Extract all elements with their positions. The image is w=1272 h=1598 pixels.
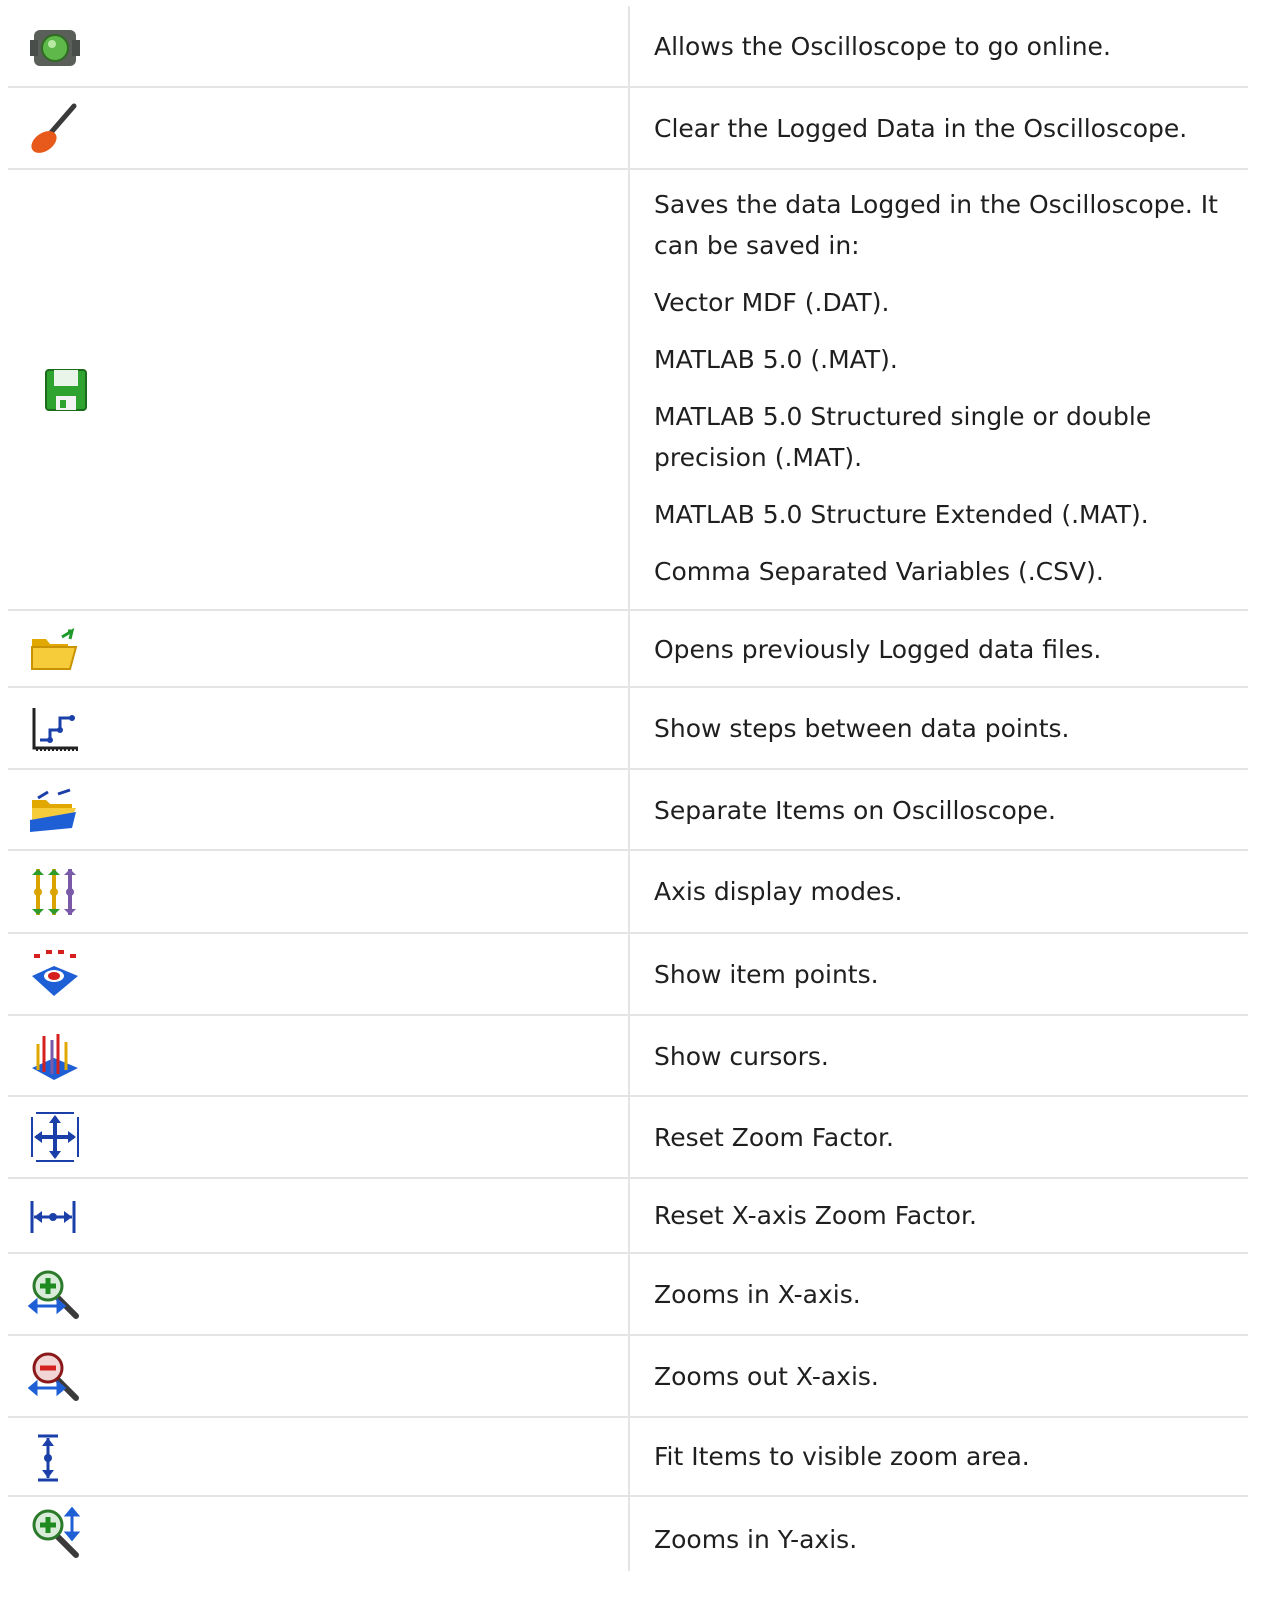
- fit-items-icon: [38, 1434, 58, 1482]
- description-cell: Separate Items on Oscilloscope.: [654, 790, 1238, 831]
- table-row: Opens previously Logged data files.: [8, 611, 1248, 688]
- icon-cell: [8, 934, 628, 1014]
- description-text: Reset Zoom Factor.: [654, 1123, 894, 1152]
- step-plot-icon: [32, 708, 78, 751]
- table-row: Allows the Oscilloscope to go online.: [8, 6, 1248, 88]
- table-row: Reset Zoom Factor.: [8, 1097, 1248, 1179]
- toolbar-icon-table: Allows the Oscilloscope to go online. Cl…: [8, 6, 1248, 1571]
- open-folder-icon: [31, 627, 78, 670]
- icon-cell: [8, 88, 628, 168]
- icon-cell: [8, 851, 628, 932]
- description-text: Reset X-axis Zoom Factor.: [654, 1201, 977, 1230]
- table-row: Separate Items on Oscilloscope.: [8, 770, 1248, 851]
- description-cell: Reset Zoom Factor.: [654, 1117, 1238, 1158]
- description-text: Show item points.: [654, 960, 879, 989]
- icon-cell: [8, 611, 628, 686]
- description-text: Zooms in X-axis.: [654, 1280, 861, 1309]
- reset-x-zoom-icon: [30, 1201, 76, 1233]
- description-text: MATLAB 5.0 Structure Extended (.MAT).: [654, 500, 1149, 529]
- description-text: Zooms in Y-axis.: [654, 1525, 858, 1554]
- table-row: Zooms in X-axis.: [8, 1254, 1248, 1336]
- description-text: Show cursors.: [654, 1042, 829, 1071]
- description-cell: Saves the data Logged in the Oscilloscop…: [654, 184, 1238, 592]
- clear-brush-icon: [31, 103, 77, 153]
- cursors-icon: [32, 1034, 78, 1080]
- zoom-out-x-icon: [28, 1352, 79, 1401]
- description-text: Clear the Logged Data in the Oscilloscop…: [654, 114, 1188, 143]
- save-floppy-icon: [45, 369, 87, 411]
- table-row: Show cursors.: [8, 1016, 1248, 1097]
- description-text: Vector MDF (.DAT).: [654, 288, 890, 317]
- description-text: Comma Separated Variables (.CSV).: [654, 557, 1104, 586]
- description-cell: Allows the Oscilloscope to go online.: [654, 26, 1238, 67]
- icon-cell: [8, 1336, 628, 1416]
- description-cell: Fit Items to visible zoom area.: [654, 1436, 1238, 1477]
- icon-cell: [8, 6, 628, 86]
- icon-cell: [8, 1097, 628, 1177]
- description-text: Show steps between data points.: [654, 714, 1070, 743]
- icon-cell: [8, 688, 628, 768]
- table-row: Reset X-axis Zoom Factor.: [8, 1179, 1248, 1254]
- icon-cell: [8, 1179, 628, 1252]
- table-row: Zooms out X-axis.: [8, 1336, 1248, 1418]
- description-cell: Reset X-axis Zoom Factor.: [654, 1195, 1238, 1236]
- description-text: Saves the data Logged in the Oscilloscop…: [654, 190, 1218, 260]
- table-row: Axis display modes.: [8, 851, 1248, 934]
- description-cell: Axis display modes.: [654, 871, 1238, 912]
- icon-cell: [8, 170, 628, 609]
- description-cell: Zooms out X-axis.: [654, 1356, 1238, 1397]
- icon-cell: [8, 1016, 628, 1095]
- item-points-icon: [32, 950, 78, 996]
- icon-cell: [8, 770, 628, 849]
- table-row: Clear the Logged Data in the Oscilloscop…: [8, 88, 1248, 170]
- description-cell: Show item points.: [654, 954, 1238, 995]
- description-text: Fit Items to visible zoom area.: [654, 1442, 1030, 1471]
- icon-cell: [8, 1497, 628, 1571]
- description-cell: Show steps between data points.: [654, 708, 1238, 749]
- axis-modes-icon: [32, 869, 76, 915]
- description-cell: Clear the Logged Data in the Oscilloscop…: [654, 108, 1238, 149]
- description-cell: Opens previously Logged data files.: [654, 629, 1238, 670]
- icon-cell: [8, 1418, 628, 1495]
- description-text: Axis display modes.: [654, 877, 903, 906]
- reset-zoom-icon: [31, 1112, 79, 1162]
- description-text: MATLAB 5.0 (.MAT).: [654, 345, 898, 374]
- table-row: Show steps between data points.: [8, 688, 1248, 770]
- description-text: MATLAB 5.0 Structured single or double p…: [654, 402, 1152, 472]
- description-text: Allows the Oscilloscope to go online.: [654, 32, 1111, 61]
- separate-items-icon: [30, 788, 76, 832]
- description-cell: Zooms in Y-axis.: [654, 1519, 1238, 1560]
- description-cell: Zooms in X-axis.: [654, 1274, 1238, 1315]
- table-row: Saves the data Logged in the Oscilloscop…: [8, 170, 1248, 611]
- description-cell: Show cursors.: [654, 1036, 1238, 1077]
- table-row: Fit Items to visible zoom area.: [8, 1418, 1248, 1497]
- description-text: Separate Items on Oscilloscope.: [654, 796, 1056, 825]
- zoom-in-x-icon: [28, 1270, 79, 1319]
- table-row: Show item points.: [8, 934, 1248, 1016]
- zoom-in-y-icon: [32, 1507, 81, 1558]
- icon-cell: [8, 1254, 628, 1334]
- table-row: Zooms in Y-axis.: [8, 1497, 1248, 1571]
- description-text: Zooms out X-axis.: [654, 1362, 879, 1391]
- description-text: Opens previously Logged data files.: [654, 635, 1102, 664]
- online-icon: [30, 30, 80, 66]
